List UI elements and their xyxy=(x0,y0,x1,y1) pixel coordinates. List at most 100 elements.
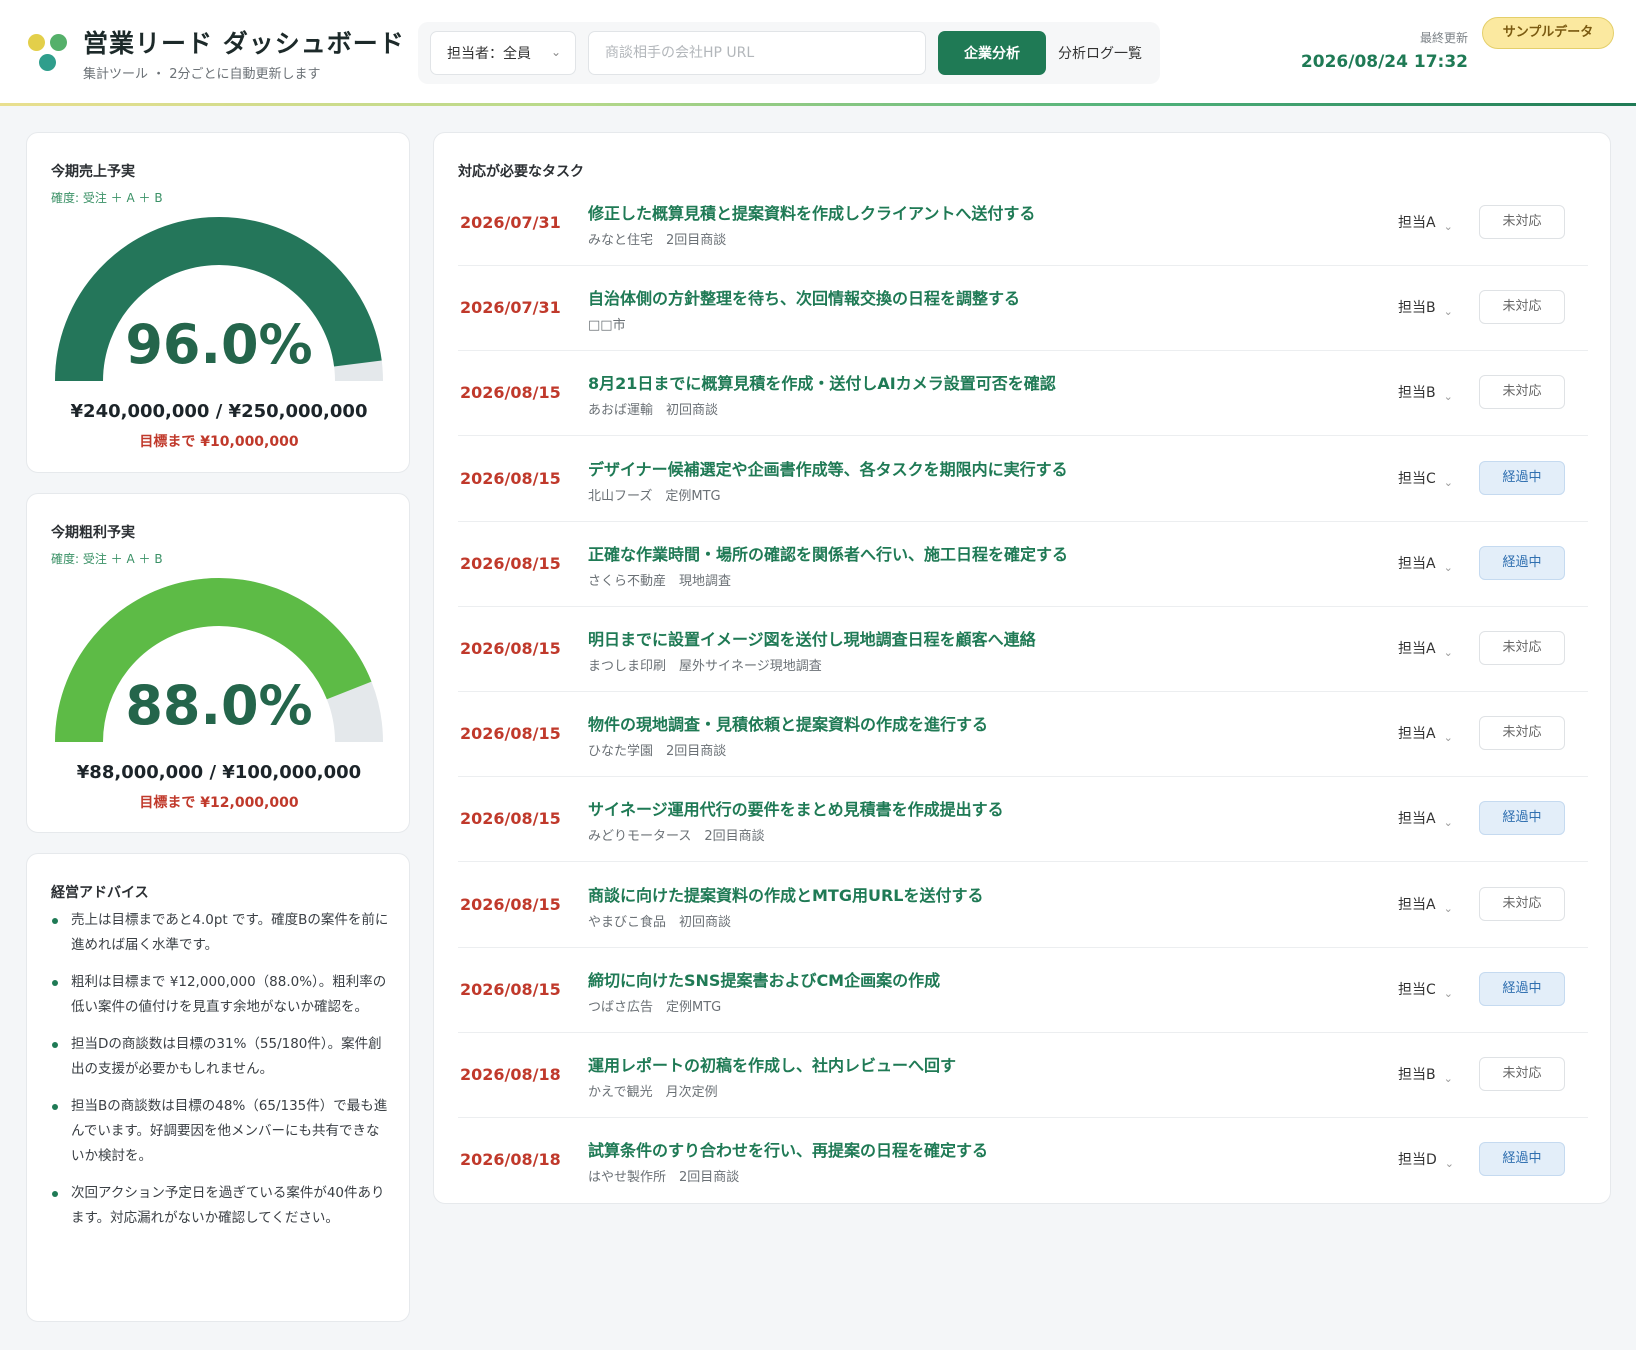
task-client: やまびこ食品 初回商談 xyxy=(588,914,732,930)
task-assignee-select[interactable]: 担当A ⌄ xyxy=(1398,723,1453,744)
task-status-button[interactable]: 未対応 xyxy=(1479,631,1565,665)
task-assignee-value: 担当A xyxy=(1398,555,1436,572)
task-client: みどりモータース 2回目商談 xyxy=(588,829,765,845)
task-status-button[interactable]: 経過中 xyxy=(1479,1142,1565,1177)
task-status-button[interactable]: 未対応 xyxy=(1479,886,1565,921)
profit-amount: ¥88,000,000 / ¥100,000,000 xyxy=(76,762,362,783)
task-assignee-select[interactable]: 担当C ⌄ xyxy=(1398,468,1453,489)
task-row[interactable]: 2026/08/18 運用レポートの初稿を作成し、社内レビューへ回す かえで観光 月… xyxy=(458,1033,1588,1118)
task-status-button[interactable]: 経過中 xyxy=(1479,545,1565,580)
task-assignee-value: 担当C xyxy=(1398,981,1436,998)
task-assignee-value: 担当D xyxy=(1398,1152,1437,1169)
task-row[interactable]: 2026/08/18 試算条件のすり合わせを行い、再提案の日程を確定する はやせ製作… xyxy=(458,1118,1588,1203)
task-row[interactable]: 2026/07/31 修正した概算見積と提案資料を作成しクライアントへ送付する みな… xyxy=(458,181,1588,266)
task-client: さくら不動産 現地調査 xyxy=(588,573,732,589)
task-status-button[interactable]: 経過中 xyxy=(1479,801,1565,836)
task-assignee-value: 担当A xyxy=(1398,641,1436,657)
advice-item: 粗利は目標まで ¥12,000,000（88.0%）。粗利率の低い案件の値付けを… xyxy=(51,970,391,1020)
tasks-title: 対応が必要なタスク xyxy=(458,164,584,180)
task-due-date: 2026/08/15 xyxy=(460,468,561,488)
task-assignee-select[interactable]: 担当D ⌄ xyxy=(1398,1149,1454,1171)
task-due-date: 2026/08/15 xyxy=(460,894,561,914)
sales-percent: 96.0% xyxy=(125,313,313,376)
task-status-button[interactable]: 未対応 xyxy=(1479,290,1565,325)
task-assignee-select[interactable]: 担当B ⌄ xyxy=(1398,297,1453,318)
task-due-date: 2026/08/15 xyxy=(460,979,561,999)
task-row[interactable]: 2026/08/15 物件の現地調査・見積依頼と提案資料の作成を進行するひなた学園… xyxy=(458,692,1588,778)
chevron-down-icon: ⌄ xyxy=(550,45,561,59)
task-due-date: 2026/08/15 xyxy=(460,724,561,744)
task-client: みなと住宅 2回目商談 xyxy=(588,233,727,248)
management-advice-card: 経営アドバイス 売上は目標まであと4.0pt です。確度Bの案件を前に進めれば届… xyxy=(26,853,410,1322)
task-title-link[interactable]: デザイナー候補選定や企画書作成等、各タスクを期限内に実行する xyxy=(588,456,1068,480)
task-due-date: 2026/08/15 xyxy=(460,639,561,658)
task-title-link[interactable]: 自治体側の方針整理を待ち、次回情報交換の日程を調整する xyxy=(588,285,1020,309)
advice-item: 担当Bの商談数は目標の48%（65/135件）で最も進んでいます。好調要因を他メ… xyxy=(51,1094,391,1169)
task-client: つばさ広告 定例MTG xyxy=(588,999,722,1015)
top-header: 営業リード ダッシュボード 集計ツール ・ 2分ごとに自動更新します 担当者：全… xyxy=(0,0,1636,106)
task-status-button[interactable]: 経過中 xyxy=(1479,971,1565,1006)
task-title-link[interactable]: 明日までに設置イメージ図を送付し現地調査日程を顧客へ連絡 xyxy=(588,626,1036,650)
chevron-down-icon: ⌄ xyxy=(1443,475,1453,489)
task-assignee-value: 担当B xyxy=(1398,385,1436,402)
task-title-link[interactable]: 試算条件のすり合わせを行い、再提案の日程を確定する xyxy=(588,1137,988,1161)
task-row[interactable]: 2026/08/15 明日までに設置イメージ図を送付し現地調査日程を顧客へ連絡まつ… xyxy=(458,607,1588,692)
task-title-link[interactable]: 8月21日までに概算見積を作成・送付しAIカメラ設置可否を確認 xyxy=(588,370,1056,394)
task-assignee-select[interactable]: 担当A ⌄ xyxy=(1398,808,1453,829)
assignee-select[interactable]: 担当者：全員 ⌄ xyxy=(430,31,576,75)
task-status-button[interactable]: 未対応 xyxy=(1479,1057,1565,1091)
logo-icon xyxy=(26,32,70,76)
task-due-date: 2026/08/15 xyxy=(460,553,561,573)
task-status-button[interactable]: 未対応 xyxy=(1479,375,1565,410)
chevron-down-icon: ⌄ xyxy=(1443,220,1453,233)
task-row[interactable]: 2026/08/15 締切に向けたSNS提案書およびCM企画案の作成つばさ広告 定… xyxy=(458,948,1588,1033)
advice-item: 売上は目標まであと4.0pt です。確度Bの案件を前に進めれば届く水準です。 xyxy=(51,908,391,958)
sales-card-title: 今期売上予実 xyxy=(51,164,135,180)
task-status-button[interactable]: 経過中 xyxy=(1479,460,1565,495)
profit-percent: 88.0% xyxy=(125,674,313,737)
analysis-log-link[interactable]: 分析ログ一覧 xyxy=(1058,43,1142,63)
task-title-link[interactable]: 運用レポートの初稿を作成し、社内レビューへ回す xyxy=(588,1052,956,1076)
task-title-link[interactable]: 物件の現地調査・見積依頼と提案資料の作成を進行する xyxy=(588,711,988,735)
advice-title: 経営アドバイス xyxy=(51,885,149,901)
assignee-select-value: 担当者：全員 xyxy=(447,46,531,62)
advice-item: 次回アクション予定日を過ぎている案件が40件あります。対応漏れがないか確認してく… xyxy=(51,1181,391,1231)
task-assignee-select[interactable]: 担当A ⌄ xyxy=(1398,212,1453,233)
task-row[interactable]: 2026/08/15 正確な作業時間・場所の確認を関係者へ行い、施工日程を確定する… xyxy=(458,522,1588,607)
task-assignee-select[interactable]: 担当B ⌄ xyxy=(1398,382,1453,403)
profit-remaining: 目標まで ¥12,000,000 xyxy=(139,795,299,811)
task-assignee-select[interactable]: 担当A ⌄ xyxy=(1398,553,1453,574)
task-title-link[interactable]: 締切に向けたSNS提案書およびCM企画案の作成 xyxy=(588,967,940,991)
company-url-input[interactable] xyxy=(588,31,926,75)
task-title-link[interactable]: 正確な作業時間・場所の確認を関係者へ行い、施工日程を確定する xyxy=(588,541,1068,565)
task-row[interactable]: 2026/08/15 8月21日までに概算見積を作成・送付しAIカメラ設置可否を確… xyxy=(458,351,1588,437)
task-client: あおば運輸 初回商談 xyxy=(588,403,719,419)
task-client: ひなた学園 2回目商談 xyxy=(588,744,727,760)
task-status-button[interactable]: 未対応 xyxy=(1479,716,1565,751)
task-due-date: 2026/08/18 xyxy=(460,1065,561,1084)
task-assignee-value: 担当A xyxy=(1398,215,1436,231)
task-row[interactable]: 2026/08/15 サイネージ運用代行の要件をまとめ見積書を作成提出する みどりモ… xyxy=(458,777,1588,863)
task-assignee-select[interactable]: 担当A ⌄ xyxy=(1398,638,1453,659)
task-assignee-select[interactable]: 担当A ⌄ xyxy=(1398,894,1453,915)
task-client: まつしま印刷 屋外サイネージ現地調査 xyxy=(588,659,822,674)
task-title-link[interactable]: 修正した概算見積と提案資料を作成しクライアントへ送付する xyxy=(588,200,1035,224)
task-due-date: 2026/07/31 xyxy=(460,298,561,318)
chevron-down-icon: ⌄ xyxy=(1443,1072,1453,1085)
chevron-down-icon: ⌄ xyxy=(1444,1157,1454,1171)
company-analysis-button[interactable]: 企業分析 xyxy=(938,31,1046,75)
task-assignee-select[interactable]: 担当B ⌄ xyxy=(1398,1064,1453,1085)
task-assignee-value: 担当B xyxy=(1398,300,1436,317)
chevron-down-icon: ⌄ xyxy=(1443,560,1453,574)
task-title-link[interactable]: サイネージ運用代行の要件をまとめ見積書を作成提出する xyxy=(588,796,1004,820)
task-assignee-select[interactable]: 担当C ⌄ xyxy=(1398,979,1453,1000)
task-row[interactable]: 2026/08/15 デザイナー候補選定や企画書作成等、各タスクを期限内に実行する… xyxy=(458,437,1588,522)
task-assignee-value: 担当C xyxy=(1398,470,1436,487)
chevron-down-icon: ⌄ xyxy=(1443,646,1453,659)
task-assignee-value: 担当A xyxy=(1398,896,1436,913)
task-row[interactable]: 2026/08/15 商談に向けた提案資料の作成とMTG用URLを送付するやまびこ… xyxy=(458,863,1588,948)
chevron-down-icon: ⌄ xyxy=(1443,986,1453,1000)
task-status-button[interactable]: 未対応 xyxy=(1479,205,1565,239)
task-row[interactable]: 2026/07/31 自治体側の方針整理を待ち、次回情報交換の日程を調整する □□市… xyxy=(458,266,1588,352)
task-title-link[interactable]: 商談に向けた提案資料の作成とMTG用URLを送付する xyxy=(588,882,983,906)
